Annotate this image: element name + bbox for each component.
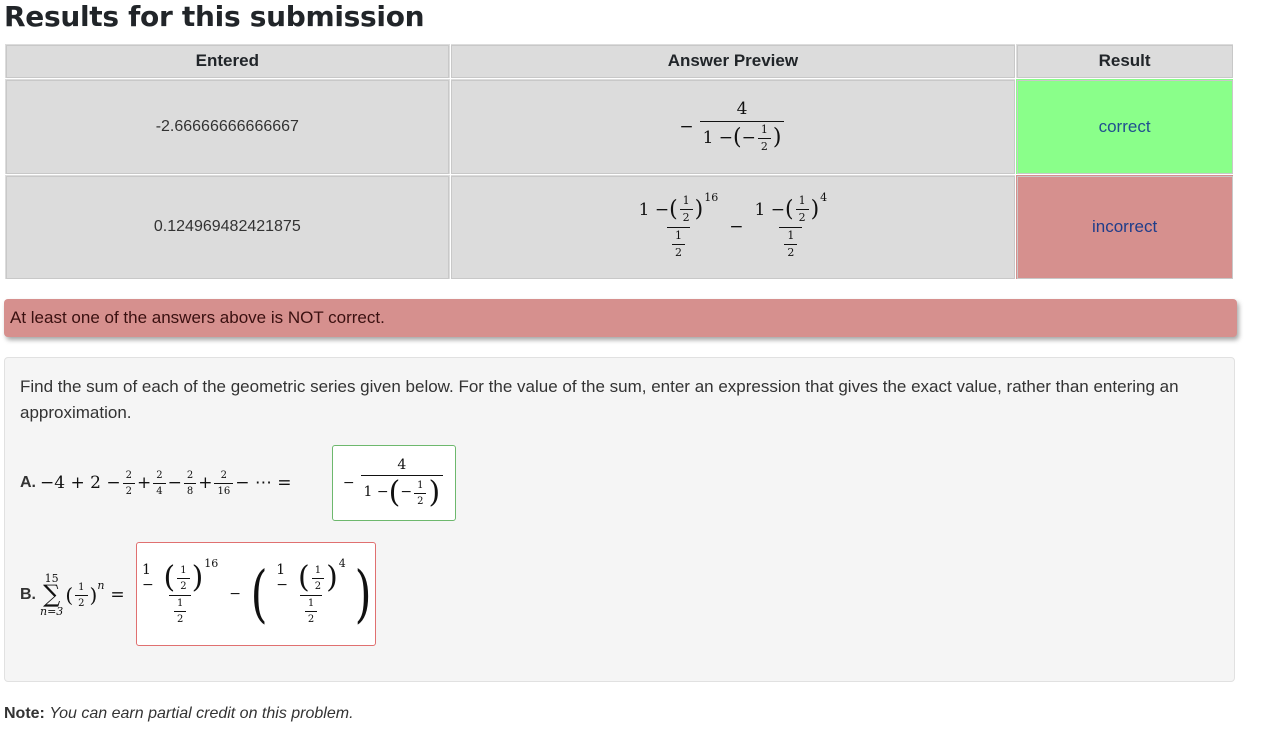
page-title: Results for this submission (4, 0, 425, 33)
incorrect-alert: At least one of the answers above is NOT… (4, 299, 1237, 337)
table-row: -2.66666666666667 − 4 1 − (−1 2) correct (4, 78, 1234, 175)
results-table: Entered Answer Preview Result -2.6666666… (4, 43, 1234, 280)
series-b-expression: 15 ∑ n=3 (1 2) n = (40, 572, 125, 618)
answer-preview: − 4 1 − (−1 2) (449, 78, 1017, 175)
result-incorrect: incorrect (1015, 174, 1234, 280)
entered-value: -2.66666666666667 (4, 78, 451, 175)
problem-panel: Find the sum of each of the geometric se… (4, 357, 1235, 682)
header-result: Result (1015, 43, 1234, 79)
entered-value: 0.124969482421875 (4, 174, 451, 280)
answer-b-input[interactable]: 1 − (1 2) 16 12 − ( 1 − (1 2) 4 12 ) (136, 542, 376, 646)
table-header-row: Entered Answer Preview Result (4, 43, 1234, 79)
note-text: You can earn partial credit on this prob… (49, 705, 354, 722)
table-row: 0.124969482421875 1 − (1 2) 16 12 − 1 − (1… (4, 174, 1234, 280)
header-answer-preview: Answer Preview (449, 43, 1017, 79)
note: Note: You can earn partial credit on thi… (4, 705, 354, 723)
header-entered: Entered (4, 43, 451, 79)
answer-preview: 1 − (1 2) 16 12 − 1 − (1 2) 4 12 (449, 174, 1017, 280)
part-b-label: B. (20, 586, 36, 603)
series-a-expression: −4 + 2 − 22 + 24 − 28 + 2 16 − ⋯ = (40, 469, 292, 497)
answer-a-input[interactable]: − 4 1 − (−1 2) (332, 445, 456, 521)
part-a: A. −4 + 2 − 22 + 24 − 28 + 2 16 − ⋯ = (20, 468, 291, 498)
problem-statement: Find the sum of each of the geometric se… (20, 377, 1179, 422)
note-label: Note: (4, 705, 45, 722)
result-correct: correct (1015, 78, 1234, 175)
part-a-label: A. (20, 474, 36, 491)
part-b: B. 15 ∑ n=3 (1 2) n = (20, 571, 125, 619)
